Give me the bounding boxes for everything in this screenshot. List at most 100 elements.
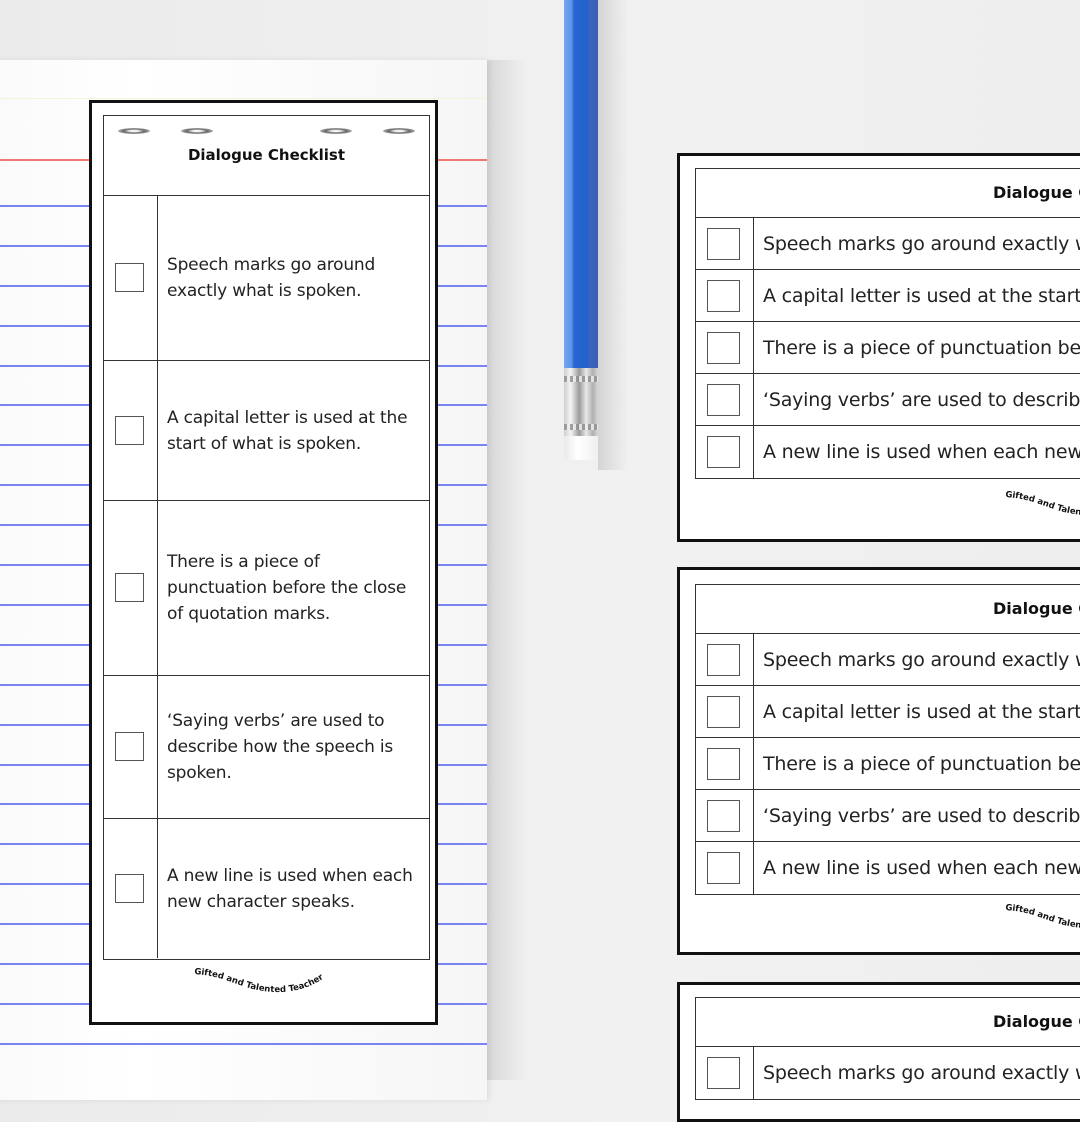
checklist-row: Speech marks go around exactly what is s… bbox=[696, 1047, 1080, 1099]
vertical-checklist-card: Dialogue Checklist Speech marks go aroun… bbox=[89, 100, 438, 1025]
checklist-table: Dialogue Checklist Speech marks go aroun… bbox=[695, 168, 1080, 479]
checklist-item-text: There is a piece of punctuation before t… bbox=[167, 552, 407, 624]
checkbox[interactable] bbox=[707, 643, 740, 676]
checkbox-cell bbox=[696, 686, 754, 737]
checklist-item-text: Speech marks go around exactly what is s… bbox=[763, 1062, 1080, 1084]
checklist-row: There is a piece of punctuation before t… bbox=[104, 501, 429, 676]
horizontal-checklist-card: Dialogue Checklist Speech marks go aroun… bbox=[677, 567, 1080, 955]
checkbox-cell bbox=[696, 634, 754, 685]
checklist-item-text: Speech marks go around exactly what is s… bbox=[763, 648, 1080, 671]
checklist-item-text: There is a piece of punctuation before t… bbox=[763, 336, 1080, 359]
binder-ring-icon bbox=[320, 128, 352, 134]
horizontal-checklist-card: Dialogue Checklist Speech marks go aroun… bbox=[677, 982, 1080, 1122]
brand-text: Gifted and Talented Teacher bbox=[1005, 490, 1080, 518]
checkbox[interactable] bbox=[115, 415, 144, 445]
checkbox[interactable] bbox=[707, 747, 740, 780]
checklist-item-text: A new line is used when each new charact… bbox=[763, 857, 1080, 879]
checklist-title: Dialogue Checklist bbox=[993, 183, 1080, 202]
ferrule-band bbox=[564, 376, 598, 382]
checklist-row: A capital letter is used at the start of… bbox=[696, 686, 1080, 738]
brand-logo: Gifted and Talented Teacher bbox=[92, 962, 435, 1002]
paper-shadow bbox=[487, 60, 527, 1080]
checklist-header: Dialogue Checklist bbox=[696, 169, 1080, 218]
paper-rule-line bbox=[0, 1043, 487, 1045]
checkbox-cell bbox=[696, 790, 754, 841]
checklist-table: Dialogue Checklist Speech marks go aroun… bbox=[695, 584, 1080, 895]
checkbox-cell bbox=[696, 322, 754, 373]
checklist-row: Speech marks go around exactly what is s… bbox=[696, 634, 1080, 686]
binder-ring-icon bbox=[181, 128, 213, 134]
checklist-header: Dialogue Checklist bbox=[104, 116, 429, 196]
checkbox-cell bbox=[104, 361, 158, 500]
pencil-ferrule bbox=[564, 368, 598, 438]
checkbox-cell bbox=[104, 501, 158, 675]
brand-logo: Gifted and Talented Teacher bbox=[1000, 898, 1080, 942]
checklist-row: A capital letter is used at the start of… bbox=[104, 361, 429, 501]
checklist-row: Speech marks go around exactly what is s… bbox=[696, 218, 1080, 270]
checklist-row: ‘Saying verbs’ are used to describe how … bbox=[104, 676, 429, 819]
svg-text:Gifted and Talented Teacher: Gifted and Talented Teacher bbox=[1005, 490, 1080, 518]
checkbox[interactable] bbox=[707, 695, 740, 728]
checklist-header: Dialogue Checklist bbox=[696, 998, 1080, 1047]
checklist-row: A new line is used when each new charact… bbox=[696, 842, 1080, 894]
checklist-header: Dialogue Checklist bbox=[696, 585, 1080, 634]
checkbox-cell bbox=[104, 196, 158, 360]
checklist-item-text: ‘Saying verbs’ are used to describe how … bbox=[167, 711, 394, 783]
svg-text:Gifted and Talented Teacher: Gifted and Talented Teacher bbox=[1005, 903, 1080, 931]
checkbox-cell bbox=[696, 842, 754, 894]
checklist-row: ‘Saying verbs’ are used to describe how … bbox=[696, 374, 1080, 426]
pencil-eraser bbox=[564, 436, 598, 460]
checkbox-cell bbox=[696, 270, 754, 321]
checklist-item-text: Speech marks go around exactly what is s… bbox=[167, 255, 376, 301]
brand-text: Gifted and Talented Teacher bbox=[1005, 903, 1080, 931]
checkbox[interactable] bbox=[707, 852, 740, 884]
brand-logo: Gifted and Talented Teacher bbox=[1000, 485, 1080, 529]
checklist-row: There is a piece of punctuation before t… bbox=[696, 322, 1080, 374]
brand-text: Gifted and Talented Teacher bbox=[193, 967, 325, 995]
checkbox-cell bbox=[104, 819, 158, 958]
checkbox[interactable] bbox=[707, 331, 740, 364]
checklist-item-text: Speech marks go around exactly what is s… bbox=[763, 232, 1080, 255]
checklist-item-text: ‘Saying verbs’ are used to describe how … bbox=[763, 388, 1080, 411]
checklist-row: A new line is used when each new charact… bbox=[696, 426, 1080, 478]
binder-ring-icon bbox=[118, 128, 150, 134]
checkbox-cell bbox=[696, 1047, 754, 1099]
checkbox-cell bbox=[696, 218, 754, 269]
checkbox[interactable] bbox=[115, 573, 144, 602]
checkbox[interactable] bbox=[707, 799, 740, 832]
checklist-row: ‘Saying verbs’ are used to describe how … bbox=[696, 790, 1080, 842]
checklist-row: There is a piece of punctuation before t… bbox=[696, 738, 1080, 790]
checklist-item-text: A capital letter is used at the start of… bbox=[763, 700, 1080, 723]
checklist-title: Dialogue Checklist bbox=[993, 1012, 1080, 1031]
svg-text:Gifted and Talented Teacher: Gifted and Talented Teacher bbox=[193, 967, 325, 995]
checkbox[interactable] bbox=[707, 383, 740, 416]
pencil bbox=[564, 0, 598, 460]
checkbox[interactable] bbox=[707, 436, 740, 468]
checkbox[interactable] bbox=[115, 263, 144, 292]
checklist-table: Dialogue Checklist Speech marks go aroun… bbox=[695, 997, 1080, 1100]
checkbox-cell bbox=[696, 738, 754, 789]
checklist-item-text: A capital letter is used at the start of… bbox=[763, 284, 1080, 307]
horizontal-checklist-card: Dialogue Checklist Speech marks go aroun… bbox=[677, 153, 1080, 542]
checklist-row: A capital letter is used at the start of… bbox=[696, 270, 1080, 322]
pencil-body bbox=[564, 0, 598, 370]
checkbox[interactable] bbox=[115, 732, 144, 761]
checkbox-cell bbox=[104, 676, 158, 818]
paper-top-line bbox=[0, 98, 487, 99]
checklist-title: Dialogue Checklist bbox=[993, 599, 1080, 618]
checkbox[interactable] bbox=[115, 873, 144, 903]
pencil-shadow bbox=[598, 0, 628, 470]
checklist-item-text: A new line is used when each new charact… bbox=[167, 865, 413, 912]
checkbox-cell bbox=[696, 374, 754, 425]
ferrule-band bbox=[564, 424, 598, 430]
checklist-item-text: A capital letter is used at the start of… bbox=[167, 407, 408, 454]
checklist-title: Dialogue Checklist bbox=[187, 146, 346, 164]
checklist-row: A new line is used when each new charact… bbox=[104, 819, 429, 958]
checkbox[interactable] bbox=[707, 279, 740, 312]
checklist-table: Dialogue Checklist Speech marks go aroun… bbox=[103, 115, 430, 960]
binder-ring-icon bbox=[383, 128, 415, 134]
checkbox-cell bbox=[696, 426, 754, 478]
checklist-item-text: A new line is used when each new charact… bbox=[763, 441, 1080, 463]
checkbox[interactable] bbox=[707, 227, 740, 260]
checkbox[interactable] bbox=[707, 1057, 740, 1089]
